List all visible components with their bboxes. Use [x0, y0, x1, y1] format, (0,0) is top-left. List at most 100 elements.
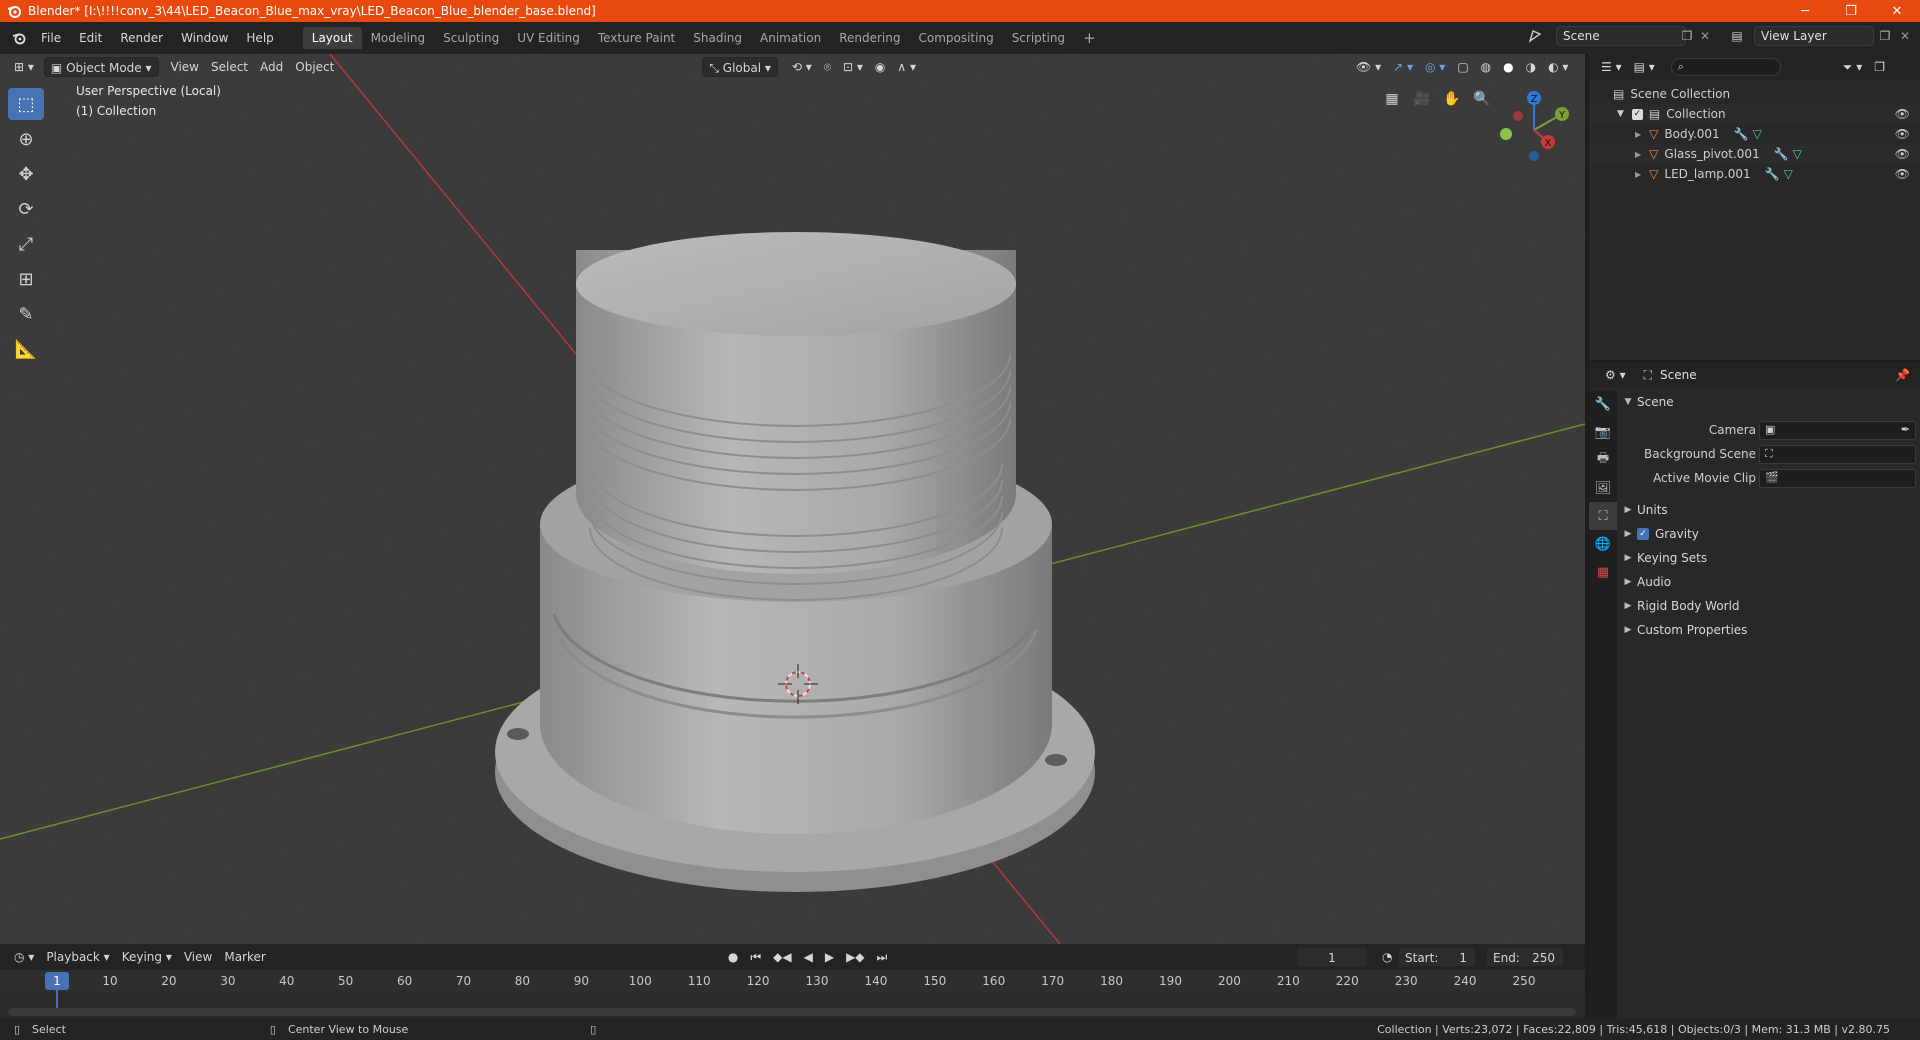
material-shading-icon[interactable]: ◑ [1520, 57, 1542, 77]
viewport-menu-add[interactable]: Add [254, 57, 289, 77]
eye-icon[interactable]: 👁 [1895, 127, 1910, 141]
outliner-row-object[interactable]: ▶ ▽ LED_lamp.001 🔧 ▽ 👁 [1589, 164, 1920, 184]
tool-tab-icon[interactable]: 🔧 [1589, 390, 1617, 418]
mesh-data-icon[interactable]: ▽ [1784, 167, 1793, 181]
tab-compositing[interactable]: Compositing [909, 27, 1002, 49]
new-collection-icon[interactable]: ❐ [1868, 57, 1891, 77]
output-tab-icon[interactable]: 🖶 [1589, 446, 1617, 474]
record-button-icon[interactable]: ● [722, 947, 744, 967]
mesh-data-icon[interactable]: ▽ [1753, 127, 1762, 141]
texture-tab-icon[interactable]: ▦ [1589, 558, 1617, 586]
navigation-gizmo[interactable]: Z Y X [1496, 90, 1572, 166]
properties-editor-type-icon[interactable]: ⚙ ▾ [1599, 365, 1632, 385]
close-button[interactable]: ✕ [1874, 0, 1920, 22]
gravity-panel-header[interactable]: ▶ ✓ Gravity [1619, 522, 1920, 546]
tab-texture-paint[interactable]: Texture Paint [589, 27, 684, 49]
background-scene-field[interactable]: ⛶ [1759, 444, 1916, 464]
end-frame-field[interactable]: End: 250 [1486, 947, 1564, 967]
collapse-arrow-icon[interactable]: ▼ [1617, 109, 1624, 119]
overlay-toggle-icon[interactable]: ◎ ▾ [1419, 57, 1451, 77]
expand-arrow-icon[interactable]: ▶ [1635, 150, 1641, 159]
play-icon[interactable]: ▶ [819, 947, 840, 967]
scene-icon[interactable] [1526, 28, 1544, 44]
modifier-wrench-icon[interactable]: 🔧 [1734, 127, 1749, 141]
3d-viewport[interactable]: ⊞ ▾ ▣ Object Mode ▾ View Select Add Obje… [0, 54, 1585, 944]
modifier-wrench-icon[interactable]: 🔧 [1765, 167, 1780, 181]
timeline-menu-playback[interactable]: Playback ▾ [40, 947, 115, 967]
pivot-point-icon[interactable]: ⟲ ▾ [786, 57, 818, 77]
world-tab-icon[interactable]: 🌐 [1589, 530, 1617, 558]
add-workspace-button[interactable]: + [1074, 27, 1105, 49]
panel-expand-icon[interactable]: ▶ [1619, 553, 1637, 563]
custom-properties-panel-header[interactable]: ▶ Custom Properties [1619, 618, 1920, 642]
grid-view-icon[interactable]: ▦ [1379, 86, 1405, 112]
snap-target-icon[interactable]: ⊡ ▾ [837, 57, 869, 77]
timeline-menu-marker[interactable]: Marker [218, 947, 271, 967]
annotate-tool-icon[interactable]: ✎ [8, 298, 44, 330]
solid-shading-icon[interactable]: ● [1497, 57, 1519, 77]
panel-collapse-icon[interactable]: ▼ [1619, 397, 1637, 407]
tab-layout[interactable]: Layout [302, 27, 362, 49]
pin-icon[interactable]: 📌 [1895, 368, 1910, 382]
scene-tab-icon[interactable]: ⛶ [1589, 502, 1617, 530]
panel-expand-icon[interactable]: ▶ [1619, 505, 1637, 515]
snap-icon[interactable]: ⌾ [818, 57, 837, 77]
falloff-icon[interactable]: ∧ ▾ [891, 57, 922, 77]
blender-menu-icon[interactable] [6, 31, 32, 45]
pan-hand-icon[interactable]: ✋ [1439, 86, 1465, 112]
render-tab-icon[interactable]: 📷 [1589, 418, 1617, 446]
timeline-menu-keying[interactable]: Keying ▾ [116, 947, 178, 967]
timeline-scrollbar[interactable] [8, 1008, 1576, 1016]
viewport-menu-view[interactable]: View [165, 57, 205, 77]
menu-help[interactable]: Help [237, 27, 282, 49]
display-mode-icon[interactable]: ▤ ▾ [1628, 57, 1661, 77]
menu-edit[interactable]: Edit [70, 27, 111, 49]
mesh-data-icon[interactable]: ▽ [1793, 147, 1802, 161]
preview-range-icon[interactable]: ◔ [1376, 947, 1398, 967]
tab-rendering[interactable]: Rendering [830, 27, 909, 49]
panel-expand-icon[interactable]: ▶ [1619, 529, 1637, 539]
current-frame-field[interactable]: 1 [1296, 947, 1368, 967]
menu-window[interactable]: Window [172, 27, 237, 49]
mode-dropdown[interactable]: ▣ Object Mode ▾ [43, 57, 159, 77]
rendered-shading-icon[interactable]: ◐ ▾ [1542, 57, 1574, 77]
eye-icon[interactable]: 👁 [1895, 167, 1910, 181]
xray-toggle-icon[interactable]: ▢ [1451, 57, 1474, 77]
scene-panel-header[interactable]: ▼ Scene [1619, 390, 1920, 414]
outliner-editor-type-icon[interactable]: ☰ ▾ [1595, 57, 1628, 77]
jump-start-icon[interactable]: ⏮ [744, 947, 767, 967]
measure-tool-icon[interactable]: 📐 [8, 333, 44, 365]
viewport-canvas[interactable] [0, 54, 1585, 944]
minimize-button[interactable]: ─ [1782, 0, 1828, 22]
outliner-row-collection[interactable]: ▼ ✓ ▤ Collection 👁 [1589, 104, 1920, 124]
timeline-editor-type-icon[interactable]: ◷ ▾ [8, 947, 40, 967]
timeline-menu-view[interactable]: View [178, 947, 218, 967]
view-layer-icon[interactable]: ▤ [1724, 28, 1750, 44]
menu-render[interactable]: Render [111, 27, 172, 49]
view-layer-field[interactable]: View Layer [1754, 26, 1874, 46]
new-scene-icon[interactable]: ❐ [1678, 27, 1696, 45]
audio-panel-header[interactable]: ▶ Audio [1619, 570, 1920, 594]
panel-expand-icon[interactable]: ▶ [1619, 577, 1637, 587]
beacon-base-model[interactable] [495, 232, 1095, 892]
panel-expand-icon[interactable]: ▶ [1619, 601, 1637, 611]
proportional-edit-icon[interactable]: ◉ [869, 57, 891, 77]
tab-modeling[interactable]: Modeling [362, 27, 435, 49]
transform-tool-icon[interactable]: ⊞ [8, 263, 44, 295]
gravity-checkbox[interactable]: ✓ [1637, 528, 1649, 540]
tab-uv-editing[interactable]: UV Editing [508, 27, 589, 49]
new-view-layer-icon[interactable]: ❐ [1876, 27, 1894, 45]
gizmo-neg-x[interactable] [1513, 111, 1523, 121]
eye-icon[interactable]: 👁 [1895, 147, 1910, 161]
view-layer-tab-icon[interactable]: 🖼 [1589, 474, 1617, 502]
select-box-tool-icon[interactable]: ⬚ [8, 88, 44, 120]
rigid-body-world-panel-header[interactable]: ▶ Rigid Body World [1619, 594, 1920, 618]
gizmo-toggle-icon[interactable]: ↗ ▾ [1387, 57, 1419, 77]
maximize-button[interactable]: ❐ [1828, 0, 1874, 22]
tab-sculpting[interactable]: Sculpting [434, 27, 508, 49]
jump-keyframe-forward-icon[interactable]: ▶◆ [840, 947, 870, 967]
panel-expand-icon[interactable]: ▶ [1619, 625, 1637, 635]
jump-end-icon[interactable]: ⏭ [871, 947, 894, 967]
filter-icon[interactable]: ⏷ ▾ [1837, 57, 1868, 77]
outliner-search-input[interactable]: ⌕ [1670, 58, 1781, 76]
